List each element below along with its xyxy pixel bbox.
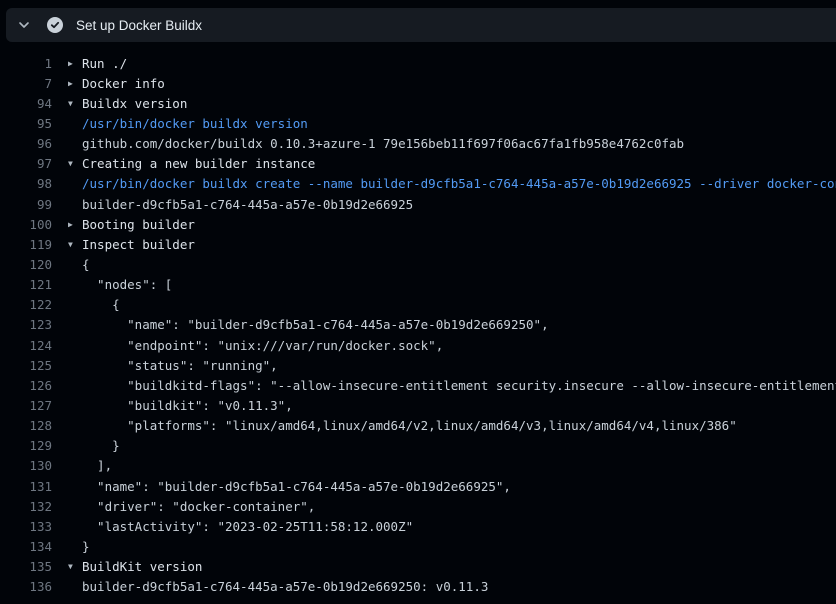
check-circle-icon [47, 17, 63, 33]
step-header[interactable]: Set up Docker Buildx [6, 8, 836, 42]
step-title: Set up Docker Buildx [76, 18, 202, 33]
log-group-row[interactable]: 94 ▼ Buildx version [0, 93, 836, 113]
log-text: { [82, 257, 90, 272]
log-row: 122 { [0, 295, 836, 315]
line-number[interactable]: 96 [0, 136, 52, 151]
log-group-row[interactable]: 97 ▼ Creating a new builder instance [0, 154, 836, 174]
log-group-row[interactable]: 7 ▶ Docker info [0, 73, 836, 93]
log-text: "driver": "docker-container", [82, 499, 315, 514]
line-number[interactable]: 100 [0, 217, 52, 232]
line-number[interactable]: 133 [0, 519, 52, 534]
log-row: 128 "platforms": "linux/amd64,linux/amd6… [0, 416, 836, 436]
triangle-right-icon: ▶ [68, 220, 82, 229]
line-number[interactable]: 132 [0, 499, 52, 514]
log-row: 95 /usr/bin/docker buildx version [0, 113, 836, 133]
log-text: ], [82, 458, 112, 473]
line-number[interactable]: 97 [0, 156, 52, 171]
log-row: 125 "status": "running", [0, 355, 836, 375]
log-row: 134 } [0, 536, 836, 556]
line-number[interactable]: 98 [0, 176, 52, 191]
log-text: Run ./ [82, 56, 127, 71]
line-number[interactable]: 124 [0, 338, 52, 353]
line-number[interactable]: 127 [0, 398, 52, 413]
log-text: "name": "builder-d9cfb5a1-c764-445a-a57e… [82, 317, 549, 332]
log-row: 96 github.com/docker/buildx 0.10.3+azure… [0, 134, 836, 154]
line-number[interactable]: 126 [0, 378, 52, 393]
line-number[interactable]: 125 [0, 358, 52, 373]
line-number[interactable]: 128 [0, 418, 52, 433]
log-text: "lastActivity": "2023-02-25T11:58:12.000… [82, 519, 413, 534]
triangle-down-icon: ▼ [68, 562, 82, 571]
log-text: "buildkitd-flags": "--allow-insecure-ent… [82, 378, 836, 393]
line-number[interactable]: 95 [0, 116, 52, 131]
line-number[interactable]: 1 [0, 56, 52, 71]
line-number[interactable]: 119 [0, 237, 52, 252]
log-row: 123 "name": "builder-d9cfb5a1-c764-445a-… [0, 315, 836, 335]
triangle-right-icon: ▶ [68, 59, 82, 68]
chevron-down-icon[interactable] [16, 17, 32, 33]
log-text: github.com/docker/buildx 0.10.3+azure-1 … [82, 136, 684, 151]
log-row: 131 "name": "builder-d9cfb5a1-c764-445a-… [0, 476, 836, 496]
line-number[interactable]: 7 [0, 76, 52, 91]
log-text: } [82, 438, 120, 453]
log-row: 127 "buildkit": "v0.11.3", [0, 395, 836, 415]
log-row: 124 "endpoint": "unix:///var/run/docker.… [0, 335, 836, 355]
log-group-row[interactable]: 1 ▶ Run ./ [0, 53, 836, 73]
line-number[interactable]: 121 [0, 277, 52, 292]
log-text: builder-d9cfb5a1-c764-445a-a57e-0b19d2e6… [82, 579, 488, 594]
line-number[interactable]: 130 [0, 458, 52, 473]
log-row: 129 } [0, 436, 836, 456]
line-number[interactable]: 136 [0, 579, 52, 594]
log-row: 133 "lastActivity": "2023-02-25T11:58:12… [0, 516, 836, 536]
log-text: "nodes": [ [82, 277, 172, 292]
line-number[interactable]: 120 [0, 257, 52, 272]
log-text: BuildKit version [82, 559, 202, 574]
line-number[interactable]: 129 [0, 438, 52, 453]
log-group-row[interactable]: 100 ▶ Booting builder [0, 214, 836, 234]
log-row: 121 "nodes": [ [0, 275, 836, 295]
triangle-right-icon: ▶ [68, 79, 82, 88]
log-text: "buildkit": "v0.11.3", [82, 398, 293, 413]
log-row: 120 { [0, 254, 836, 274]
log-text: /usr/bin/docker buildx create --name bui… [82, 176, 836, 191]
log-row: 99 builder-d9cfb5a1-c764-445a-a57e-0b19d… [0, 194, 836, 214]
log-text: { [82, 297, 120, 312]
line-number[interactable]: 122 [0, 297, 52, 312]
log-row: 132 "driver": "docker-container", [0, 496, 836, 516]
log-row: 98 /usr/bin/docker buildx create --name … [0, 174, 836, 194]
line-number[interactable]: 94 [0, 96, 52, 111]
log-group-row[interactable]: 119 ▼ Inspect builder [0, 234, 836, 254]
log-text: "status": "running", [82, 358, 278, 373]
log-text: /usr/bin/docker buildx version [82, 116, 308, 131]
line-number[interactable]: 99 [0, 197, 52, 212]
triangle-down-icon: ▼ [68, 99, 82, 108]
log-text: Inspect builder [82, 237, 195, 252]
log-text: builder-d9cfb5a1-c764-445a-a57e-0b19d2e6… [82, 197, 413, 212]
log-container: 1 ▶ Run ./ 7 ▶ Docker info 94 ▼ Buildx v… [0, 42, 836, 597]
log-text: "platforms": "linux/amd64,linux/amd64/v2… [82, 418, 737, 433]
log-text: } [82, 539, 90, 554]
triangle-down-icon: ▼ [68, 159, 82, 168]
log-text: "name": "builder-d9cfb5a1-c764-445a-a57e… [82, 479, 511, 494]
log-text: Booting builder [82, 217, 195, 232]
log-row: 130 ], [0, 456, 836, 476]
log-text: Creating a new builder instance [82, 156, 315, 171]
log-row: 136 builder-d9cfb5a1-c764-445a-a57e-0b19… [0, 577, 836, 597]
triangle-down-icon: ▼ [68, 240, 82, 249]
log-group-row[interactable]: 135 ▼ BuildKit version [0, 557, 836, 577]
line-number[interactable]: 134 [0, 539, 52, 554]
line-number[interactable]: 123 [0, 317, 52, 332]
log-text: Buildx version [82, 96, 187, 111]
log-text: Docker info [82, 76, 165, 91]
log-text: "endpoint": "unix:///var/run/docker.sock… [82, 338, 443, 353]
line-number[interactable]: 135 [0, 559, 52, 574]
line-number[interactable]: 131 [0, 479, 52, 494]
log-row: 126 "buildkitd-flags": "--allow-insecure… [0, 375, 836, 395]
